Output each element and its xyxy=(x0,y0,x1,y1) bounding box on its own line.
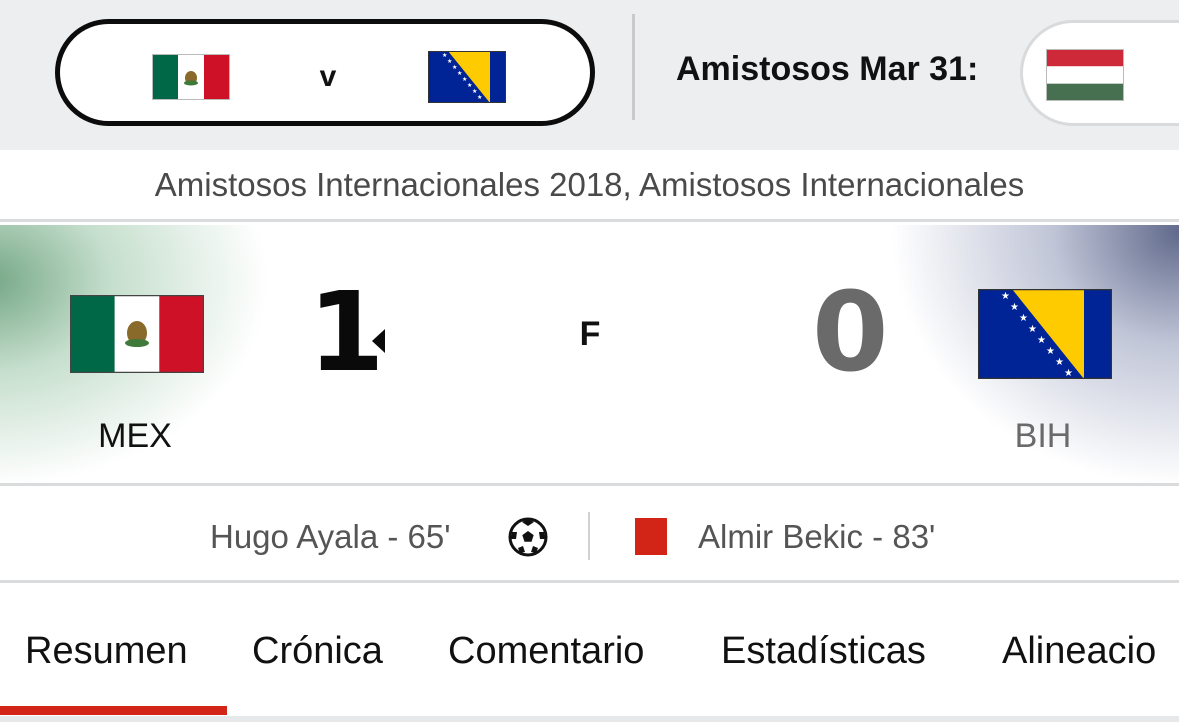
svg-text:★: ★ xyxy=(1001,291,1010,302)
next-match-pill[interactable] xyxy=(1020,20,1179,126)
tabs-bottom-border xyxy=(0,716,1179,722)
home-event-text: Hugo Ayala - 65' xyxy=(210,518,451,555)
current-match-pill[interactable]: v ★ ★ ★ ★ ★ ★ ★ ★ xyxy=(55,19,595,126)
away-team-abbr[interactable]: BIH xyxy=(968,417,1118,456)
tab-cronica[interactable]: Crónica xyxy=(252,630,383,673)
competition-name: Amistosos Internacionales 2018, Amistoso… xyxy=(154,166,1025,203)
svg-text:★: ★ xyxy=(1037,335,1046,346)
svg-text:★: ★ xyxy=(1046,346,1055,357)
svg-text:★: ★ xyxy=(1064,368,1073,379)
svg-text:★: ★ xyxy=(477,94,482,101)
home-team-abbr[interactable]: MEX xyxy=(60,417,210,456)
match-separator: v xyxy=(319,60,337,93)
away-event-text: Almir Bekic - 83' xyxy=(698,518,936,555)
match-strip: v ★ ★ ★ ★ ★ ★ ★ ★ Amistosos Mar 31: xyxy=(0,0,1179,150)
tab-comentario[interactable]: Comentario xyxy=(448,630,644,673)
tab-alineaciones[interactable]: Alineacio xyxy=(1002,630,1156,673)
tab-bar: Resumen Crónica Comentario Estadísticas … xyxy=(0,586,1179,722)
svg-text:★: ★ xyxy=(1055,357,1064,368)
competition-bar: Amistosos Internacionales 2018, Amistoso… xyxy=(0,150,1179,222)
active-tab-indicator xyxy=(0,706,227,715)
strip-divider xyxy=(632,14,635,120)
hungary-flag-icon xyxy=(1046,49,1124,101)
match-status: F xyxy=(579,315,601,353)
away-flag-icon[interactable]: ★★★ ★★★ ★★ xyxy=(978,289,1112,379)
match-events: Hugo Ayala - 65' Almir Bekic - 83' xyxy=(0,483,1179,583)
red-card-icon xyxy=(635,518,667,555)
svg-text:★: ★ xyxy=(1019,313,1028,324)
tab-estadisticas[interactable]: Estadísticas xyxy=(721,630,926,673)
away-score: 0 xyxy=(812,268,889,396)
winner-arrow-icon xyxy=(372,329,385,353)
scoreboard: 1 F 0 ★ ★ ★ ★ ★ ★ ★ ★ MEX BIH xyxy=(0,225,1179,483)
tab-resumen[interactable]: Resumen xyxy=(25,630,188,673)
schedule-label: Amistosos Mar 31: xyxy=(676,50,979,88)
svg-text:★: ★ xyxy=(1010,302,1019,313)
mexico-flag-icon xyxy=(152,54,230,100)
bosnia-herzegovina-flag-icon: ★★★ ★★★ ★★ xyxy=(428,51,506,103)
events-divider xyxy=(588,512,590,560)
soccer-ball-icon xyxy=(508,517,548,557)
svg-text:★: ★ xyxy=(1028,324,1037,335)
home-flag-icon[interactable] xyxy=(70,295,204,373)
